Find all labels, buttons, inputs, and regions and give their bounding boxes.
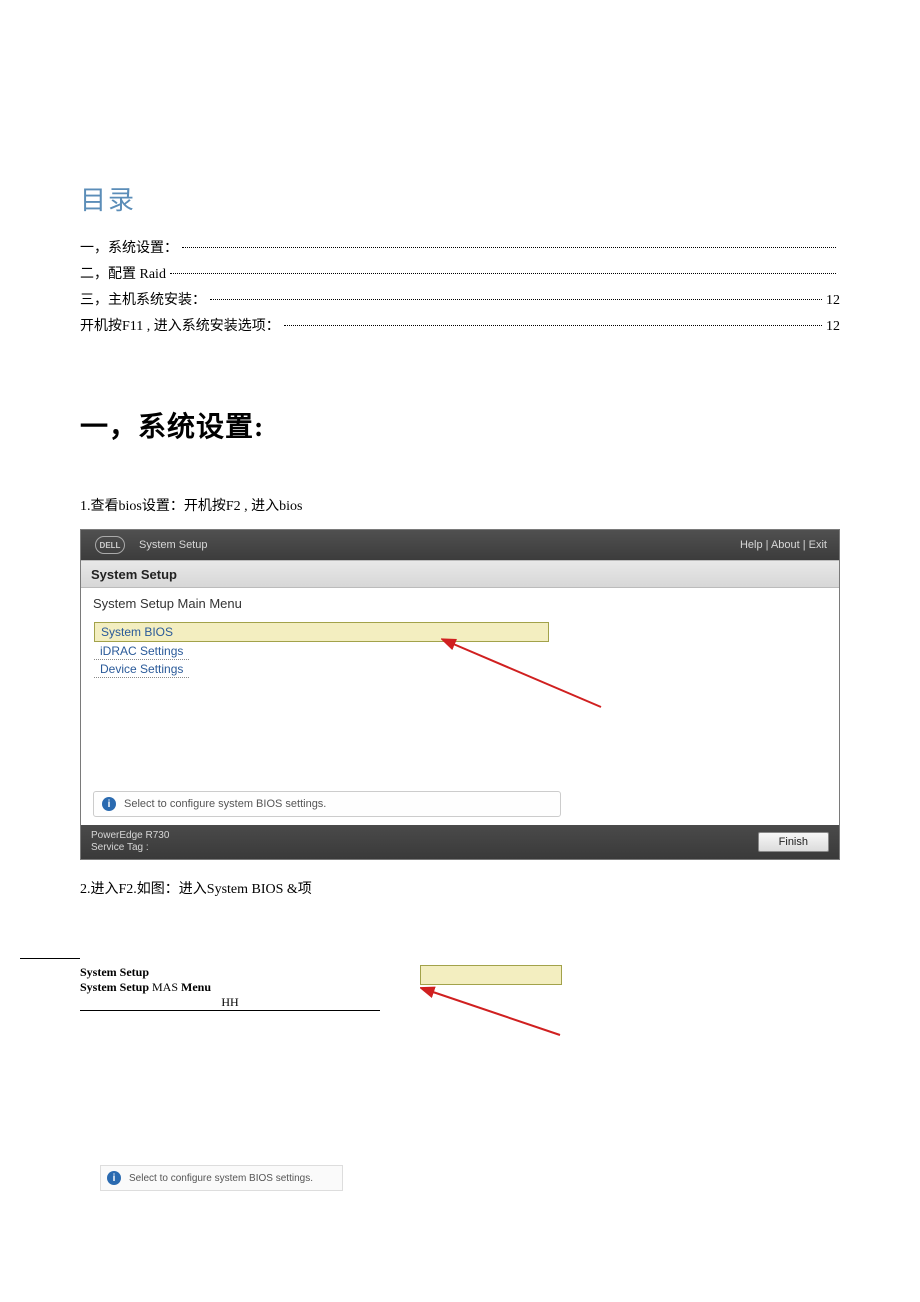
bios-top-title: System Setup bbox=[139, 539, 740, 551]
toc-title: 目录 bbox=[80, 180, 840, 217]
toc-dots bbox=[284, 325, 822, 326]
info-icon: i bbox=[102, 797, 116, 811]
bios-panel-title: System Setup bbox=[81, 560, 839, 588]
divider bbox=[20, 958, 80, 959]
toc-dots bbox=[182, 247, 836, 248]
toc-page: 12 bbox=[826, 293, 840, 309]
bios-hint: i Select to configure system BIOS settin… bbox=[93, 791, 561, 817]
toc-label: 二，配置 Raid bbox=[80, 263, 166, 283]
menu-item-system-bios[interactable]: System BIOS bbox=[94, 622, 549, 642]
bios-footer: PowerEdge R730 Service Tag : Finish bbox=[81, 825, 839, 859]
toc-label: 三，主机系统安装： bbox=[80, 289, 206, 309]
toc-dots bbox=[210, 299, 822, 300]
toc-page: 12 bbox=[826, 319, 840, 335]
section-heading: 一，系统设置: bbox=[80, 405, 840, 445]
step-text: 1.查看bios设置：开机按F2 , 进入bios bbox=[80, 495, 840, 515]
bios-topbar: DELL System Setup Help | About | Exit bbox=[81, 530, 839, 560]
bios-menu-label: System Setup Main Menu bbox=[81, 588, 839, 617]
small-hint: i Select to configure system BIOS settin… bbox=[100, 1165, 343, 1191]
small-menu-label: System Setup MAS Menu bbox=[80, 980, 380, 995]
menu-item-idrac[interactable]: iDRAC Settings bbox=[94, 642, 189, 660]
dell-logo-icon: DELL bbox=[95, 536, 125, 554]
small-highlight bbox=[420, 965, 562, 985]
small-title: System Setup bbox=[80, 965, 380, 980]
finish-button[interactable]: Finish bbox=[758, 832, 829, 852]
bios-top-links[interactable]: Help | About | Exit bbox=[740, 539, 827, 551]
bios-screenshot: DELL System Setup Help | About | Exit Sy… bbox=[80, 529, 840, 860]
bios-body: System BIOS iDRAC Settings Device Settin… bbox=[81, 617, 839, 791]
toc-item[interactable]: 一，系统设置： bbox=[80, 237, 840, 257]
toc-label: 一，系统设置： bbox=[80, 237, 178, 257]
divider bbox=[80, 1010, 380, 1011]
toc-dots bbox=[170, 273, 836, 274]
bios-hint-text: Select to configure system BIOS settings… bbox=[124, 798, 326, 810]
small-hh: HH bbox=[80, 995, 380, 1010]
annotation-arrow-icon bbox=[420, 985, 570, 1045]
small-hint-text: Select to configure system BIOS settings… bbox=[129, 1173, 313, 1184]
toc-item[interactable]: 三，主机系统安装： 12 bbox=[80, 289, 840, 309]
step-text: 2.进入F2.如图：进入System BIOS &项 bbox=[80, 878, 840, 898]
toc-label: 开机按F11 , 进入系统安装选项： bbox=[80, 315, 280, 335]
menu-item-device[interactable]: Device Settings bbox=[94, 660, 189, 678]
bios-servicetag: Service Tag : bbox=[91, 842, 758, 854]
bios-model: PowerEdge R730 bbox=[91, 830, 758, 842]
toc-item[interactable]: 二，配置 Raid bbox=[80, 263, 840, 283]
info-icon: i bbox=[107, 1171, 121, 1185]
toc-item[interactable]: 开机按F11 , 进入系统安装选项： 12 bbox=[80, 315, 840, 335]
